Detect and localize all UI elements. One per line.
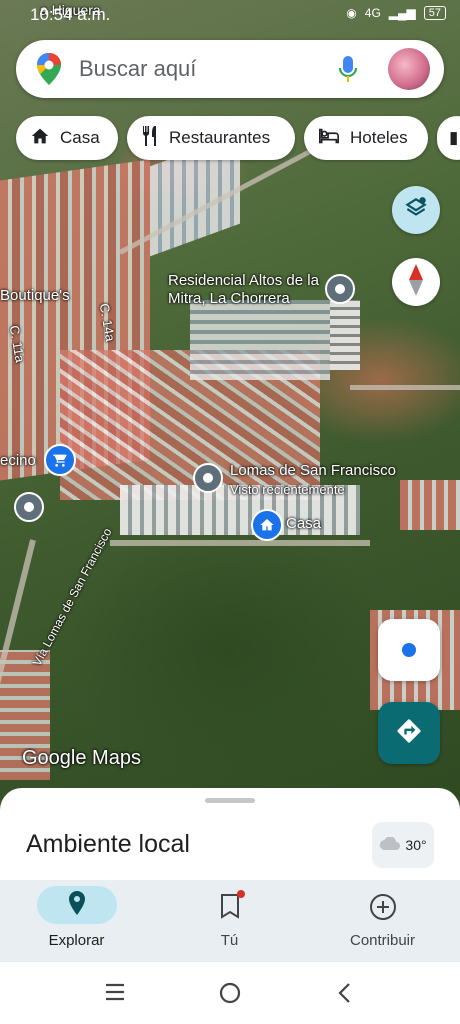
bottom-sheet[interactable]: Ambiente local 30° xyxy=(0,788,460,888)
housing-block xyxy=(330,300,360,370)
chip-restaurantes[interactable]: Restaurantes xyxy=(127,116,295,160)
network-type: 4G xyxy=(364,6,381,20)
back-icon[interactable] xyxy=(336,982,352,1009)
gas-station-icon: ▮ xyxy=(449,128,459,147)
location-dot-icon xyxy=(402,643,416,657)
layers-button[interactable] xyxy=(392,186,440,234)
map-label-lomas[interactable]: Lomas de San Francisco xyxy=(230,462,396,479)
map-label-vecino[interactable]: ecino xyxy=(0,452,36,469)
nav-label-you: Tú xyxy=(220,932,239,949)
bookmark-icon xyxy=(219,893,241,924)
microphone-icon[interactable] xyxy=(338,54,358,84)
explore-active-pill xyxy=(37,886,117,924)
compass-icon xyxy=(405,263,427,301)
chip-label: Hoteles xyxy=(350,128,408,147)
nav-you[interactable]: Tú xyxy=(153,880,306,962)
weather-temp: 30° xyxy=(405,837,427,853)
notification-badge xyxy=(237,890,245,898)
restaurant-icon xyxy=(141,125,159,152)
signal-icon: ▂▄▆ xyxy=(388,6,416,20)
nav-contribute[interactable]: Contribuir xyxy=(306,880,459,962)
chip-casa[interactable]: Casa xyxy=(16,116,118,160)
weather-chip[interactable]: 30° xyxy=(372,822,434,868)
compass-button[interactable] xyxy=(392,258,440,306)
map-label-lomas-sub: Visto recientemente xyxy=(230,482,345,497)
map-label-residencial-line: Residencial Altos de la Mitra, La Chorre… xyxy=(168,272,323,308)
my-location-button[interactable] xyxy=(378,619,440,681)
home-icon xyxy=(30,127,50,150)
hotel-icon xyxy=(318,128,340,149)
search-input[interactable]: Buscar aquí xyxy=(79,56,196,82)
residencial-label[interactable]: Residencial Altos de la Mitra, La Chorre… xyxy=(168,272,323,308)
road xyxy=(350,385,460,390)
place-pin-left[interactable] xyxy=(14,492,44,522)
home-button-icon[interactable] xyxy=(219,982,241,1009)
drag-handle[interactable] xyxy=(205,798,255,803)
chip-label: Casa xyxy=(60,128,100,147)
street-label-via-lomas: Vía Lomas de San Francisco xyxy=(29,525,115,669)
nav-explore[interactable]: Explorar xyxy=(0,880,153,962)
map-label-boutique[interactable]: Boutique's xyxy=(0,287,70,304)
explore-pin-icon xyxy=(68,890,86,920)
recent-apps-icon[interactable] xyxy=(104,982,126,1007)
google-maps-watermark: Google Maps xyxy=(22,747,141,769)
battery-level: 57 xyxy=(423,6,446,20)
place-pin-lomas[interactable] xyxy=(193,463,223,493)
search-bar[interactable]: Buscar aquí xyxy=(16,40,444,98)
layers-icon xyxy=(403,195,429,226)
status-time: 10:54 a.m. xyxy=(30,5,111,24)
directions-icon xyxy=(395,717,423,750)
housing-block xyxy=(400,480,460,530)
bottom-navigation: Explorar Tú Contribuir xyxy=(0,880,460,962)
housing-block xyxy=(190,300,330,380)
add-circle-icon xyxy=(369,893,397,926)
chip-label: Restaurantes xyxy=(169,128,271,147)
location-status-icon: ◉ xyxy=(346,6,357,20)
sheet-title: Ambiente local xyxy=(26,830,190,858)
directions-button[interactable] xyxy=(378,702,440,764)
system-navigation-bar xyxy=(0,962,460,1024)
avatar[interactable] xyxy=(388,48,430,90)
cloud-icon xyxy=(379,835,401,854)
place-pin-residencial[interactable] xyxy=(325,274,355,304)
map-label-casa[interactable]: Casa xyxy=(286,515,321,532)
google-maps-logo-icon xyxy=(36,53,62,85)
nav-label-explore: Explorar xyxy=(48,932,105,949)
nav-label-contribute: Contribuir xyxy=(349,932,416,949)
status-bar: 10:54 a.m. ◉ 4G ▂▄▆ 57 xyxy=(0,0,460,30)
status-icons: ◉ 4G ▂▄▆ 57 xyxy=(346,6,446,20)
chip-hoteles[interactable]: Hoteles xyxy=(304,116,428,160)
road xyxy=(110,540,370,546)
shopping-cart-icon[interactable] xyxy=(44,444,76,476)
home-pin-icon[interactable] xyxy=(251,509,283,541)
